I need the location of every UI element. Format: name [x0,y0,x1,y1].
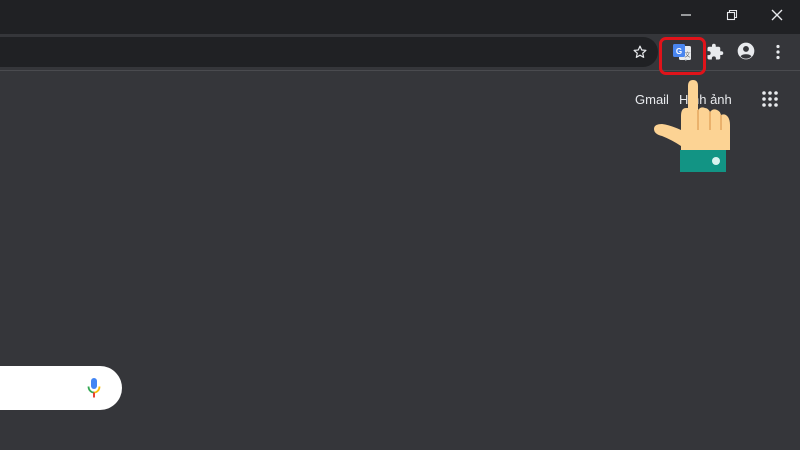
three-dots-vertical-icon [776,44,780,60]
restore-icon [726,9,738,21]
close-button[interactable] [754,0,800,30]
puzzle-icon [707,43,724,60]
highlight-box [659,37,706,75]
bookmark-star-button[interactable] [631,43,649,61]
microphone-icon [87,378,101,398]
minimize-icon [681,14,691,16]
voice-search-button[interactable] [84,376,104,400]
google-apps-button[interactable] [760,89,780,109]
apps-grid-icon [762,91,778,107]
browser-menu-button[interactable] [770,41,786,63]
search-box[interactable] [0,366,122,410]
pointing-hand-icon [654,80,730,172]
extensions-button[interactable] [704,41,726,63]
profile-button[interactable] [735,40,757,62]
minimize-button[interactable] [663,0,709,30]
address-bar[interactable] [0,37,658,67]
close-icon [771,9,783,21]
star-outline-icon [633,45,647,58]
account-circle-icon [737,42,755,60]
title-bar [0,0,800,34]
restore-button[interactable] [709,0,755,30]
